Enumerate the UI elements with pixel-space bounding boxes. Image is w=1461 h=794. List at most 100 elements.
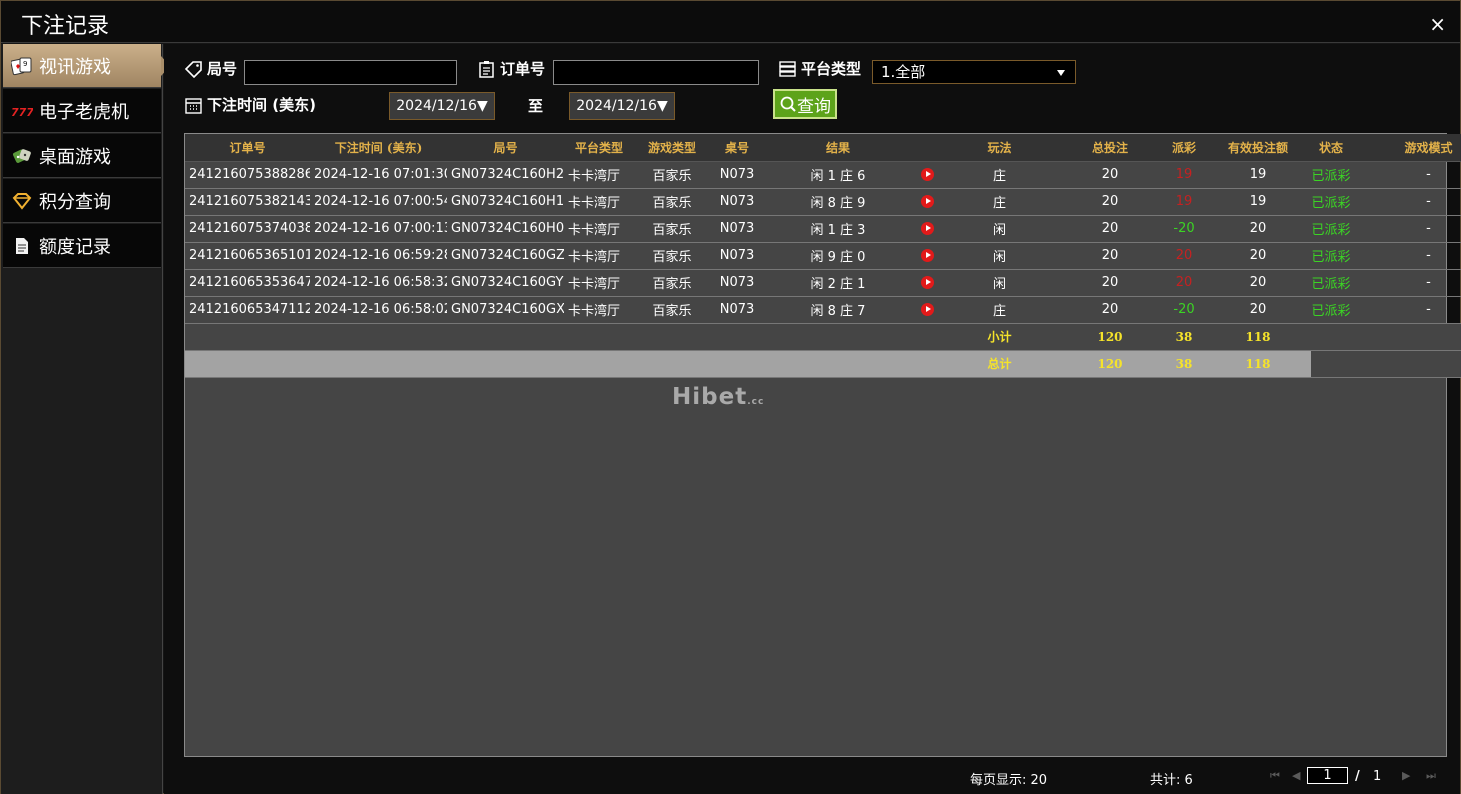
col-header[interactable]: 状态 xyxy=(1311,134,1351,162)
valid-bet-cell: 20 xyxy=(1205,269,1311,297)
status-cell: 已派彩 xyxy=(1311,242,1351,270)
subtotal-payout: 38 xyxy=(1163,323,1205,351)
pagination-footer: 每页显示: 20 共计: 6 ⏮ ◀ 1 / 1 ▶ ⏭ xyxy=(164,762,1460,792)
col-header[interactable]: 游戏类型 xyxy=(634,134,710,162)
sidebar-item-label: 积分查询 xyxy=(39,191,111,213)
table-row[interactable]: 241216065353647 2024-12-16 06:58:32 GN0732… xyxy=(185,269,1461,297)
subtotal-valid: 118 xyxy=(1205,323,1311,351)
subtotal-bet: 120 xyxy=(1057,323,1163,351)
col-header[interactable]: 平台类型 xyxy=(564,134,634,162)
col-header[interactable]: 局号 xyxy=(447,134,564,162)
status-cell: 已派彩 xyxy=(1311,161,1351,189)
total-count: 共计: 6 xyxy=(1150,773,1193,788)
sidebar-item-table-games[interactable]: 桌面游戏 xyxy=(3,134,161,178)
play-replay-icon[interactable] xyxy=(920,195,934,208)
col-header[interactable]: 下注时间 (美东) xyxy=(310,134,447,162)
game-type-cell: 百家乐 xyxy=(634,296,710,324)
date-from-picker[interactable]: 2024/12/16▼ xyxy=(389,92,495,120)
subtotal-row: 小计 120 38 118 xyxy=(185,323,1461,351)
table-row[interactable]: 241216065347112 2024-12-16 06:58:02 GN0732… xyxy=(185,296,1461,324)
game-mode-cell: - xyxy=(1351,296,1461,324)
col-header[interactable]: 游戏模式 xyxy=(1351,134,1461,162)
replay-cell xyxy=(912,242,942,270)
table-number-cell: N073 xyxy=(710,215,764,243)
table-number-cell: N073 xyxy=(710,296,764,324)
replay-cell xyxy=(912,215,942,243)
last-page-icon[interactable]: ⏭ xyxy=(1426,769,1436,783)
result-cell: 闲 8 庄 9 xyxy=(764,188,912,216)
query-button[interactable]: 查询 xyxy=(773,89,837,119)
table-row[interactable]: 241216075374038 2024-12-16 07:00:13 GN0732… xyxy=(185,215,1461,243)
server-icon xyxy=(779,60,796,77)
svg-text:777: 777 xyxy=(11,106,33,119)
col-header[interactable]: 结果 xyxy=(764,134,912,162)
table-number-cell: N073 xyxy=(710,269,764,297)
total-bet-cell: 20 xyxy=(1057,296,1163,324)
play-replay-icon[interactable] xyxy=(920,249,934,262)
round-cell: GN07324C160GX xyxy=(447,296,564,324)
total-bet-cell: 20 xyxy=(1057,242,1163,270)
round-label: 局号 xyxy=(184,58,237,79)
bet-records-table: 订单号 下注时间 (美东) 局号 平台类型 游戏类型 桌号 结果 玩法 总投注 … xyxy=(184,133,1461,757)
sidebar-item-label: 额度记录 xyxy=(39,236,111,258)
table-row[interactable]: 241216075382143 2024-12-16 07:00:54 GN0732… xyxy=(185,188,1461,216)
col-header[interactable]: 订单号 xyxy=(185,134,310,162)
play-type-cell: 庄 xyxy=(942,161,1057,189)
sidebar-item-live-games[interactable]: 9 视讯游戏 xyxy=(3,44,170,88)
table-row[interactable]: 241216075388286 2024-12-16 07:01:30 GN0732… xyxy=(185,161,1461,189)
order-label: 订单号 xyxy=(477,58,545,79)
play-replay-icon[interactable] xyxy=(920,168,934,181)
play-replay-icon[interactable] xyxy=(920,222,934,235)
play-replay-icon[interactable] xyxy=(920,276,934,289)
play-type-cell: 闲 xyxy=(942,215,1057,243)
payout-cell: 19 xyxy=(1163,161,1205,189)
sidebar-item-points[interactable]: 积分查询 xyxy=(3,179,161,223)
status-cell: 已派彩 xyxy=(1311,296,1351,324)
round-input[interactable] xyxy=(244,60,457,85)
round-cell: GN07324C160H2 xyxy=(447,161,564,189)
platform-cell: 卡卡湾厅 xyxy=(564,215,634,243)
next-page-icon[interactable]: ▶ xyxy=(1402,769,1410,782)
platform-label: 平台类型 xyxy=(778,58,861,79)
play-type-cell: 闲 xyxy=(942,242,1057,270)
table-header-row: 订单号 下注时间 (美东) 局号 平台类型 游戏类型 桌号 结果 玩法 总投注 … xyxy=(185,134,1461,162)
order-input[interactable] xyxy=(553,60,759,85)
col-header[interactable]: 玩法 xyxy=(942,134,1057,162)
close-icon[interactable]: × xyxy=(1429,12,1446,36)
sidebar-item-label: 电子老虎机 xyxy=(39,101,129,123)
first-page-icon[interactable]: ⏮ xyxy=(1270,769,1280,783)
play-type-cell: 庄 xyxy=(942,296,1057,324)
valid-bet-cell: 19 xyxy=(1205,188,1311,216)
col-header[interactable]: 有效投注额 xyxy=(1205,134,1311,162)
payout-cell: -20 xyxy=(1163,296,1205,324)
total-bet-cell: 20 xyxy=(1057,188,1163,216)
bet-time-cell: 2024-12-16 06:59:28 xyxy=(310,242,447,270)
hibet-watermark-logo: Hibet.cc xyxy=(672,384,765,410)
sidebar-item-credit-records[interactable]: 额度记录 xyxy=(3,224,161,268)
play-replay-icon[interactable] xyxy=(920,303,934,316)
page-number-input[interactable]: 1 xyxy=(1307,767,1348,784)
order-number-cell: 241216075374038 xyxy=(185,215,310,243)
payout-cell: -20 xyxy=(1163,215,1205,243)
date-to-picker[interactable]: 2024/12/16▼ xyxy=(569,92,675,120)
total-bet-cell: 20 xyxy=(1057,215,1163,243)
platform-cell: 卡卡湾厅 xyxy=(564,269,634,297)
total-label: 总计 xyxy=(942,350,1057,378)
table-number-cell: N073 xyxy=(710,161,764,189)
calendar-icon xyxy=(185,97,202,114)
bet-time-label: 下注时间 (美东) xyxy=(184,94,316,115)
sidebar-item-slots[interactable]: 777 电子老虎机 xyxy=(3,89,161,133)
game-mode-cell: - xyxy=(1351,242,1461,270)
col-header[interactable]: 总投注 xyxy=(1057,134,1163,162)
col-header[interactable]: 派彩 xyxy=(1163,134,1205,162)
round-cell: GN07324C160H1 xyxy=(447,188,564,216)
platform-select[interactable]: 1.全部 xyxy=(872,60,1076,84)
col-header[interactable]: 桌号 xyxy=(710,134,764,162)
table-number-cell: N073 xyxy=(710,242,764,270)
round-cell: GN07324C160GZ xyxy=(447,242,564,270)
platform-cell: 卡卡湾厅 xyxy=(564,188,634,216)
bet-time-cell: 2024-12-16 07:00:13 xyxy=(310,215,447,243)
table-row[interactable]: 241216065365101 2024-12-16 06:59:28 GN0732… xyxy=(185,242,1461,270)
prev-page-icon[interactable]: ◀ xyxy=(1292,769,1300,782)
valid-bet-cell: 20 xyxy=(1205,215,1311,243)
